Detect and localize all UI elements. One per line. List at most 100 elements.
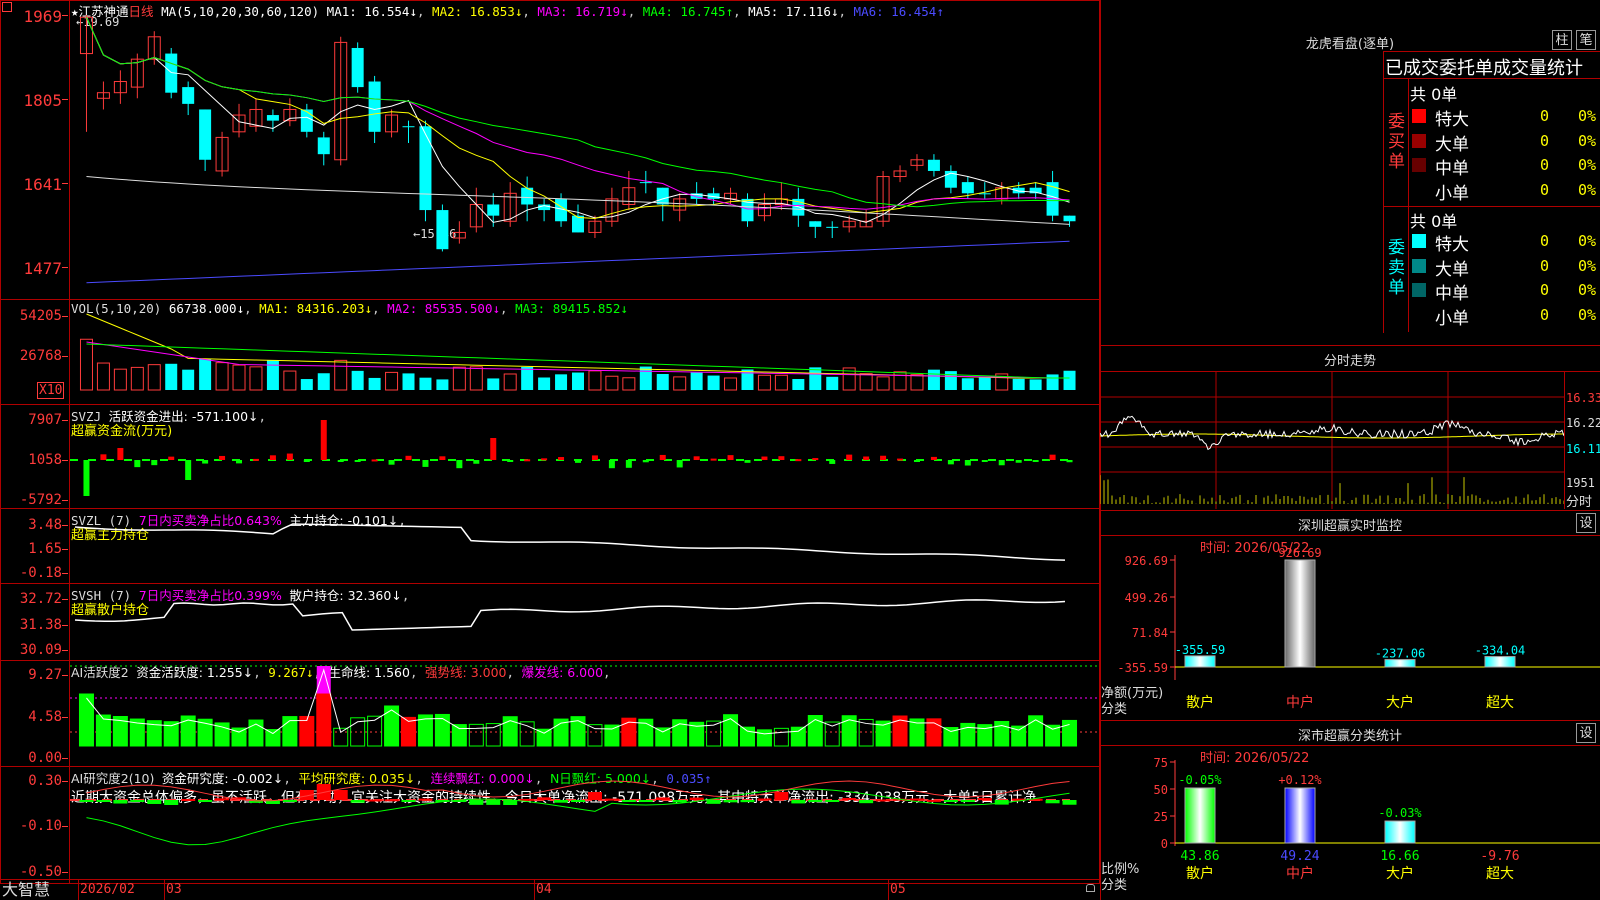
svsh-chart[interactable] [70, 584, 1098, 659]
svzj-bar [439, 456, 446, 460]
volume-bar [555, 374, 568, 390]
candle-body [199, 109, 212, 160]
price-chart[interactable] [70, 10, 1098, 295]
classify-value-label: 49.24 [1280, 849, 1319, 864]
svzj-bar [778, 456, 785, 460]
order-percent: 0% [1578, 180, 1597, 199]
ai2-bar [723, 800, 738, 803]
svzl-line [74, 523, 1066, 561]
svzj-bar [134, 460, 141, 468]
order-percent: 0% [1578, 232, 1597, 250]
monitor-value-label: -355.59 [1175, 643, 1226, 657]
volume-bar [215, 362, 229, 391]
ma4-line [86, 17, 1070, 208]
volume-bar [588, 370, 602, 391]
svzj-bar [880, 455, 887, 460]
volume-bar [521, 366, 534, 390]
volume-bar [436, 379, 449, 390]
ai1-bar [485, 723, 501, 747]
ai2-chart[interactable] [70, 767, 1098, 878]
intraday-chart[interactable] [1100, 372, 1565, 509]
ai1-bar [773, 727, 789, 747]
vol-axis-label: 54205 [0, 308, 68, 324]
candle-body [351, 47, 364, 88]
svzj-bar [151, 460, 158, 466]
lock-icon[interactable] [1086, 884, 1095, 892]
volume-bar [910, 374, 924, 391]
x-axis-label: 2026/02 [80, 882, 135, 897]
classify-category-label: 散户 [1186, 865, 1214, 882]
candle-body [809, 221, 822, 227]
intraday-title: 分时走势 [1323, 354, 1376, 369]
svzj-bar [744, 460, 751, 463]
svzj-bar [388, 460, 395, 465]
svzj-bar [371, 459, 378, 462]
ai1-axis-label: 9.27 [0, 667, 68, 683]
svzj-bar [168, 456, 175, 460]
monitor-value-label: -237.06 [1375, 647, 1426, 661]
ai2-axis-label: -0.10 [0, 818, 68, 834]
ai1-bar [790, 726, 806, 747]
ma2-line [86, 17, 1070, 219]
ai2-bar [808, 800, 823, 803]
ai1-bar [451, 724, 467, 747]
monitor-category-label: 散户 [1186, 694, 1214, 711]
candle-body [826, 226, 839, 228]
svzj-bar [642, 460, 649, 463]
ai2-bar [554, 800, 569, 803]
monitor-category-label: 大户 [1386, 694, 1414, 711]
sep-xaxis [0, 879, 1100, 880]
classify-bar [1284, 787, 1316, 844]
svzl-chart[interactable] [70, 509, 1098, 582]
svzj-bar [1015, 460, 1022, 463]
candle-body [266, 115, 279, 121]
order-size-label: 小单 [1435, 308, 1469, 329]
volume-bar [165, 363, 178, 390]
ai1-chart[interactable] [70, 661, 1098, 765]
intraday-price-label: 16.33 [1566, 391, 1600, 405]
ai1-bar [841, 715, 857, 747]
svsh-line [74, 599, 1066, 631]
svzj-bar [1032, 460, 1039, 462]
svzj-bar [202, 460, 209, 464]
classify-value-label: 43.86 [1180, 849, 1219, 864]
ai1-bar [739, 726, 755, 747]
volume-bar [182, 369, 195, 390]
order-count: 0 [1540, 131, 1550, 150]
svzj-bar [100, 454, 107, 460]
volume-bar [961, 378, 974, 390]
sell-side-label: 委卖单 [1388, 238, 1405, 298]
order-color-swatch [1412, 283, 1426, 297]
svzj-bar [524, 459, 531, 462]
svzj-bar [693, 456, 700, 460]
svzj-bar [1066, 460, 1073, 463]
volume-bar [452, 366, 466, 391]
volume-bar [96, 362, 110, 391]
svzj-bar [236, 460, 243, 464]
candle-body [300, 109, 313, 132]
classify-settings-button[interactable]: 设 [1576, 723, 1596, 743]
monitor-chart[interactable]: 926.69 499.26 71.84 -355.59 -355.59 散户 926.69 中… [1100, 540, 1600, 720]
ai1-bar [655, 727, 671, 747]
volume-bar [300, 379, 313, 390]
tick-mode-button[interactable]: 笔 [1576, 30, 1596, 50]
svzj-bar [964, 460, 971, 466]
volume-chart[interactable] [70, 312, 1098, 402]
bar-mode-button[interactable]: 柱 [1552, 30, 1572, 50]
volume-bar [317, 373, 330, 390]
ai2-bar [130, 800, 145, 802]
ai2-bar [79, 800, 94, 802]
monitor-bar [1284, 559, 1316, 668]
svzj-bar [1049, 454, 1056, 460]
monitor-settings-button[interactable]: 设 [1576, 513, 1596, 533]
classify-xlabel: 分类 [1101, 878, 1128, 893]
vol-axis-label: 26768 [0, 348, 68, 364]
svzj-bar [490, 438, 497, 460]
svzj-bar [930, 456, 937, 460]
svzj-bar [897, 458, 904, 461]
monitor-axis-label: 499.26 [1125, 591, 1168, 605]
classify-chart[interactable]: 75 50 25 0 -0.05% 43.86散户 +0.12% 49.24中户 -0.03% 1… [1100, 750, 1600, 900]
svzj-bar [303, 460, 310, 462]
svzj-chart[interactable] [70, 405, 1098, 507]
classify-change-label: -0.03% [1378, 806, 1422, 820]
